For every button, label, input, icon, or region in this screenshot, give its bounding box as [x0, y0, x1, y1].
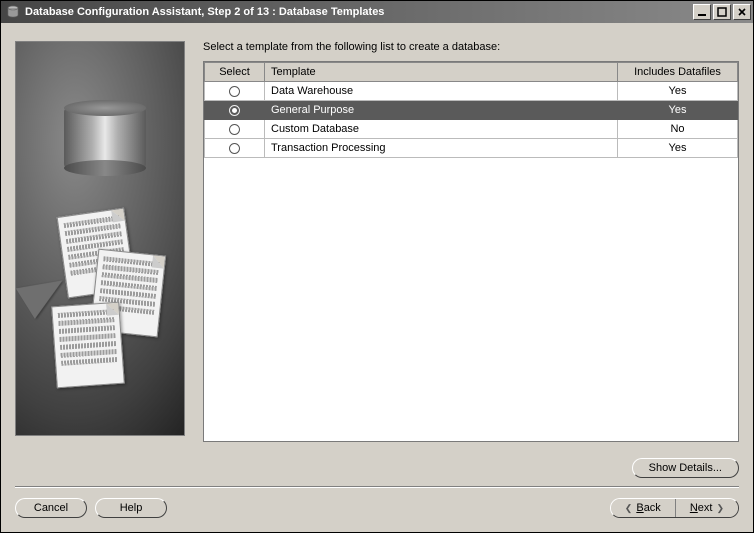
titlebar: Database Configuration Assistant, Step 2… [1, 1, 753, 23]
col-header-includes[interactable]: Includes Datafiles [618, 63, 738, 82]
instruction-text: Select a template from the following lis… [203, 41, 739, 53]
template-radio-cell[interactable] [205, 101, 265, 120]
col-header-select[interactable]: Select [205, 63, 265, 82]
radio-icon[interactable] [229, 143, 240, 154]
template-table-container: Select Template Includes Datafiles Data … [203, 61, 739, 442]
wizard-sidebar-image [15, 41, 185, 436]
right-panel: Select a template from the following lis… [203, 41, 739, 442]
template-name-cell[interactable]: Custom Database [265, 120, 618, 139]
next-button[interactable]: Next ❯ [676, 499, 738, 517]
template-name-cell[interactable]: Transaction Processing [265, 139, 618, 158]
radio-icon[interactable] [229, 124, 240, 135]
wizard-window: Database Configuration Assistant, Step 2… [0, 0, 754, 533]
app-icon [5, 4, 21, 20]
details-row: Show Details... [1, 450, 753, 482]
maximize-button[interactable] [713, 4, 731, 20]
radio-icon[interactable] [229, 86, 240, 97]
database-cylinder-icon [64, 100, 146, 172]
footer-row: Cancel Help ❮ Back Next ❯ [1, 488, 753, 532]
template-radio-cell[interactable] [205, 139, 265, 158]
includes-datafiles-cell: No [618, 120, 738, 139]
table-row[interactable]: Data Warehouse Yes [205, 82, 738, 101]
help-button[interactable]: Help [95, 498, 167, 518]
content-area: Select a template from the following lis… [1, 23, 753, 532]
chevron-right-icon: ❯ [716, 503, 724, 514]
main-row: Select a template from the following lis… [1, 23, 753, 450]
template-name-cell[interactable]: General Purpose [265, 101, 618, 120]
back-button[interactable]: ❮ Back [611, 499, 676, 517]
template-table: Select Template Includes Datafiles Data … [204, 62, 738, 158]
col-header-template[interactable]: Template [265, 63, 618, 82]
table-row[interactable]: General Purpose Yes [205, 101, 738, 120]
table-row[interactable]: Transaction Processing Yes [205, 139, 738, 158]
show-details-button[interactable]: Show Details... [632, 458, 739, 478]
template-radio-cell[interactable] [205, 120, 265, 139]
template-name-cell[interactable]: Data Warehouse [265, 82, 618, 101]
radio-icon[interactable] [229, 105, 240, 116]
back-mnemonic: B [636, 502, 643, 514]
includes-datafiles-cell: Yes [618, 139, 738, 158]
chevron-left-icon: ❮ [625, 503, 633, 514]
cancel-button[interactable]: Cancel [15, 498, 87, 518]
window-title: Database Configuration Assistant, Step 2… [25, 6, 693, 18]
window-controls [693, 4, 751, 20]
next-label-rest: ext [698, 502, 713, 514]
paper-sheet-icon [51, 302, 125, 389]
includes-datafiles-cell: Yes [618, 101, 738, 120]
close-button[interactable] [733, 4, 751, 20]
back-label-rest: ack [644, 502, 661, 514]
template-radio-cell[interactable] [205, 82, 265, 101]
table-row[interactable]: Custom Database No [205, 120, 738, 139]
next-mnemonic: N [690, 502, 698, 514]
includes-datafiles-cell: Yes [618, 82, 738, 101]
nav-button-group: ❮ Back Next ❯ [610, 498, 739, 518]
minimize-button[interactable] [693, 4, 711, 20]
